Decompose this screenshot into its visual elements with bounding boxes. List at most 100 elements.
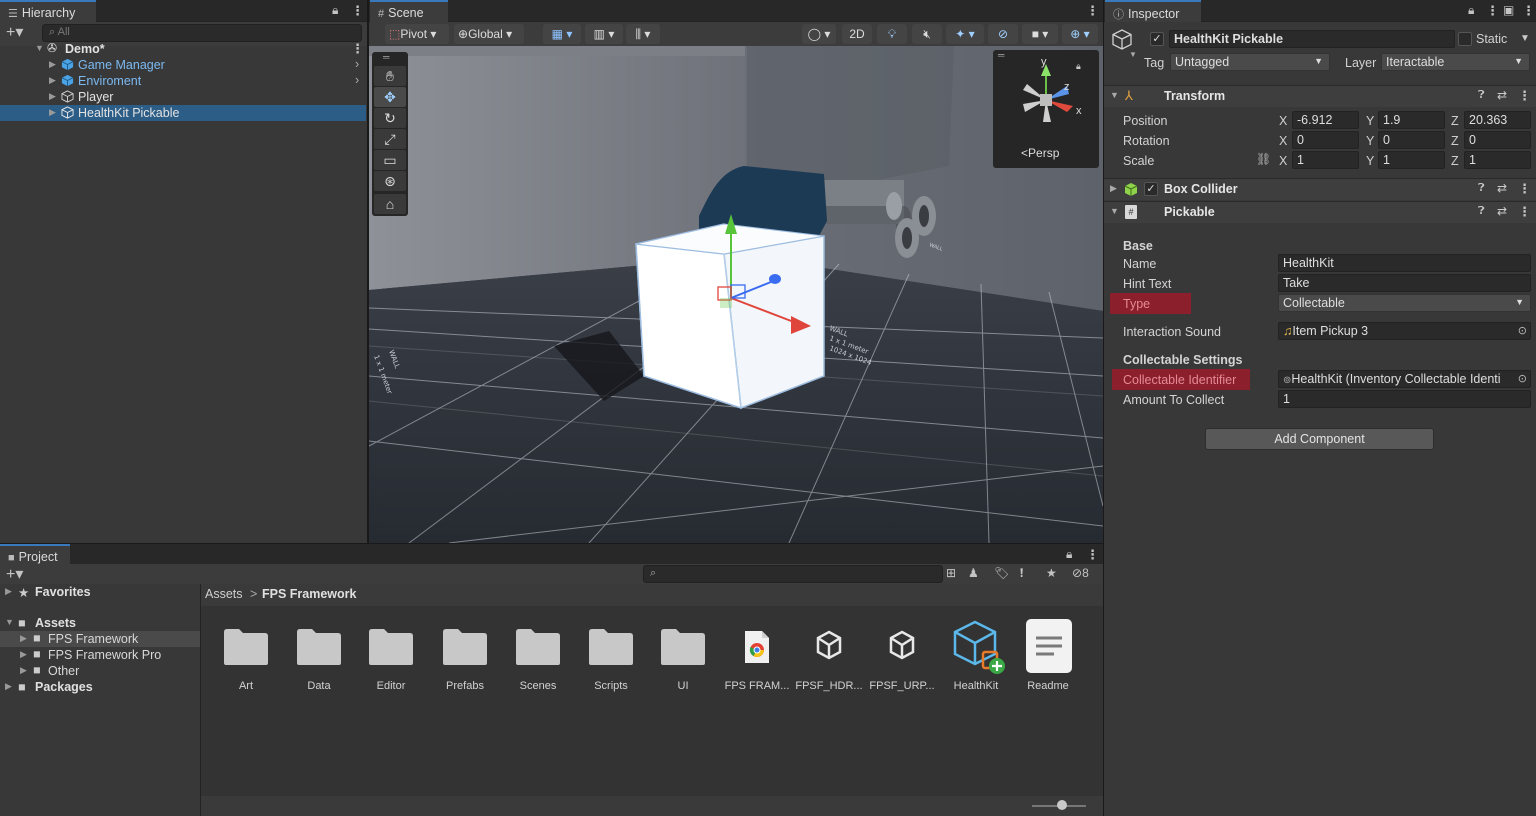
audio-toggle-icon[interactable]: 🔇︎ bbox=[912, 24, 942, 44]
scale-z-field[interactable]: 1 bbox=[1464, 151, 1531, 169]
label-filter-icon[interactable]: 🏷︎ bbox=[994, 566, 1009, 580]
object-picker-icon[interactable]: ⊙ bbox=[1517, 372, 1527, 385]
lock-icon[interactable]: 🔒︎ bbox=[1468, 3, 1474, 18]
active-checkbox[interactable]: ✓ bbox=[1150, 32, 1164, 46]
presets-icon[interactable]: ⇄ bbox=[1497, 181, 1507, 195]
type-dropdown[interactable]: Collectable ▼ bbox=[1278, 294, 1531, 312]
collectable-identifier-field[interactable]: ⊚HealthKit (Inventory Collectable Identi… bbox=[1278, 370, 1531, 388]
constrain-proportions-icon[interactable]: ⛓︎ bbox=[1256, 152, 1271, 166]
interaction-sound-field[interactable]: ♫Item Pickup 3 ⊙ bbox=[1278, 322, 1531, 340]
divider[interactable] bbox=[0, 543, 1103, 544]
icon-size-slider-thumb[interactable] bbox=[1057, 800, 1067, 810]
pivot-dropdown[interactable]: ⬚Pivot ▾ bbox=[385, 24, 449, 44]
amount-to-collect-field[interactable]: 1 bbox=[1278, 390, 1531, 408]
static-checkbox[interactable] bbox=[1458, 32, 1472, 46]
chevron-right-icon[interactable]: › bbox=[355, 57, 359, 71]
gizmos-toggle-icon[interactable]: ⊕ ▾ bbox=[1062, 24, 1098, 44]
scene-menu-icon[interactable]: ⋮ bbox=[1086, 3, 1099, 19]
scale-tool-icon[interactable]: ⤢ bbox=[374, 129, 406, 149]
scene-viewport[interactable]: WALL 1 x 1 meter 1024 x 1024 WALL WALL 1… bbox=[369, 46, 1103, 543]
custom-tool-icon[interactable]: ⌂ bbox=[374, 194, 406, 214]
hand-tool-icon[interactable]: ✋︎ bbox=[374, 66, 406, 86]
hidden-packages-icon[interactable]: ⊘8 bbox=[1072, 566, 1089, 580]
global-dropdown[interactable]: ⊕Global ▾ bbox=[454, 24, 524, 44]
error-filter-icon[interactable]: ❗︎ bbox=[1020, 566, 1023, 581]
add-component-button[interactable]: Add Component bbox=[1205, 428, 1434, 450]
grid-snap-button[interactable]: ▦ ▾ bbox=[543, 24, 581, 44]
expand-arrow-icon[interactable]: ▶ bbox=[49, 91, 56, 102]
tag-dropdown[interactable]: Untagged ▼ bbox=[1170, 53, 1330, 71]
lock-icon[interactable]: 🔒︎ bbox=[1066, 547, 1072, 562]
layer-dropdown[interactable]: Iteractable ▼ bbox=[1381, 53, 1530, 71]
chevron-right-icon[interactable]: › bbox=[355, 73, 359, 87]
icon-dropdown-icon[interactable]: ▼ bbox=[1129, 50, 1137, 59]
hierarchy-search-input[interactable]: ⌕ All bbox=[42, 24, 362, 42]
camera-settings-icon[interactable]: ■ ▾ bbox=[1022, 24, 1058, 44]
tab-scene[interactable]: # Scene bbox=[370, 0, 448, 22]
rotation-x-field[interactable]: 0 bbox=[1292, 131, 1359, 149]
breadcrumb-current[interactable]: FPS Framework bbox=[262, 587, 356, 601]
divider[interactable] bbox=[1103, 0, 1104, 816]
search-by-type-icon[interactable]: ⊞ bbox=[946, 566, 956, 580]
foldout-arrow-icon[interactable]: ▶ bbox=[1110, 183, 1117, 194]
expand-arrow-icon[interactable]: ▶ bbox=[20, 649, 27, 660]
divider[interactable] bbox=[200, 584, 201, 816]
help-icon[interactable]: ❓︎ bbox=[1478, 205, 1485, 218]
expand-arrow-icon[interactable]: ▼ bbox=[35, 43, 44, 53]
position-x-field[interactable]: -6.912 bbox=[1292, 111, 1359, 129]
divider[interactable] bbox=[367, 0, 369, 544]
inspector-more-icon[interactable]: ⋮ bbox=[1522, 3, 1535, 19]
expand-arrow-icon[interactable]: ▶ bbox=[5, 586, 12, 597]
toggle-2d-button[interactable]: 2D bbox=[842, 24, 872, 44]
project-search-input[interactable]: ⌕ bbox=[643, 565, 943, 583]
search-by-label-icon[interactable]: ♟ bbox=[968, 566, 979, 580]
name-field[interactable]: HealthKit bbox=[1278, 254, 1531, 272]
hierarchy-item-selected[interactable]: ▶ HealthKit Pickable bbox=[0, 105, 366, 121]
foldout-arrow-icon[interactable]: ▼ bbox=[1110, 90, 1119, 100]
foldout-arrow-icon[interactable]: ▼ bbox=[1110, 206, 1119, 216]
tree-folder-item[interactable]: ▶ ■ FPS Framework Pro bbox=[0, 647, 200, 663]
maximize-icon[interactable]: ▣ bbox=[1503, 3, 1514, 17]
lock-icon[interactable]: 🔒︎ bbox=[332, 3, 338, 18]
drag-handle-icon[interactable]: ═ bbox=[383, 52, 389, 62]
expand-arrow-icon[interactable]: ▶ bbox=[49, 107, 56, 118]
scale-y-field[interactable]: 1 bbox=[1378, 151, 1445, 169]
increment-snap-button[interactable]: ⫼ ▾ bbox=[626, 24, 660, 44]
scene-menu-icon[interactable]: ⋮ bbox=[351, 41, 364, 57]
tab-hierarchy[interactable]: ☰ Hierarchy bbox=[0, 0, 96, 22]
add-icon[interactable]: +▾ bbox=[6, 564, 23, 584]
tab-inspector[interactable]: ⓘ Inspector bbox=[1105, 0, 1201, 22]
presets-icon[interactable]: ⇄ bbox=[1497, 204, 1507, 218]
scale-x-field[interactable]: 1 bbox=[1292, 151, 1359, 169]
transform-tool-icon[interactable]: ⊛ bbox=[374, 171, 406, 191]
shading-mode-button[interactable]: ◯ ▾ bbox=[802, 24, 836, 44]
hierarchy-menu-icon[interactable]: ⋮ bbox=[351, 3, 364, 19]
favorites-item[interactable]: ▶ ★ Favorites bbox=[0, 585, 200, 601]
packages-item[interactable]: ▶ ■ Packages bbox=[0, 680, 200, 696]
position-y-field[interactable]: 1.9 bbox=[1378, 111, 1445, 129]
effects-toggle-icon[interactable]: ✦ ▾ bbox=[946, 24, 984, 44]
transform-header[interactable]: ▼ ⅄ Transform ❓︎ ⇄ ⋮ bbox=[1104, 85, 1536, 107]
expand-arrow-icon[interactable]: ▶ bbox=[5, 681, 12, 692]
enabled-checkbox[interactable]: ✓ bbox=[1144, 182, 1158, 196]
tab-project[interactable]: ■ Project bbox=[0, 544, 70, 566]
move-tool-icon[interactable]: ✥ bbox=[374, 87, 406, 107]
expand-arrow-icon[interactable]: ▼ bbox=[5, 617, 14, 627]
presets-icon[interactable]: ⇄ bbox=[1497, 88, 1507, 102]
expand-arrow-icon[interactable]: ▶ bbox=[20, 633, 27, 644]
hint-text-field[interactable]: Take bbox=[1278, 274, 1531, 292]
rotate-tool-icon[interactable]: ↻ bbox=[374, 108, 406, 128]
help-icon[interactable]: ❓︎ bbox=[1478, 182, 1485, 195]
hidden-objects-icon[interactable]: ⊘ bbox=[988, 24, 1018, 44]
object-name-field[interactable]: HealthKit Pickable bbox=[1169, 30, 1455, 48]
assets-item[interactable]: ▼ ■ Assets bbox=[0, 616, 200, 632]
inspector-menu-icon[interactable]: ⋮ bbox=[1486, 3, 1499, 19]
help-icon[interactable]: ❓︎ bbox=[1478, 89, 1485, 102]
component-menu-icon[interactable]: ⋮ bbox=[1518, 181, 1531, 197]
object-picker-icon[interactable]: ⊙ bbox=[1518, 324, 1527, 337]
orientation-gizmo[interactable]: 🔒︎ ═ y z x <Persp bbox=[993, 50, 1099, 168]
lighting-toggle-icon[interactable]: 💡︎ bbox=[877, 24, 907, 44]
project-menu-icon[interactable]: ⋮ bbox=[1086, 547, 1099, 563]
pickable-header[interactable]: ▼ # Pickable ❓︎ ⇄ ⋮ bbox=[1104, 201, 1536, 223]
expand-arrow-icon[interactable]: ▶ bbox=[49, 75, 56, 86]
